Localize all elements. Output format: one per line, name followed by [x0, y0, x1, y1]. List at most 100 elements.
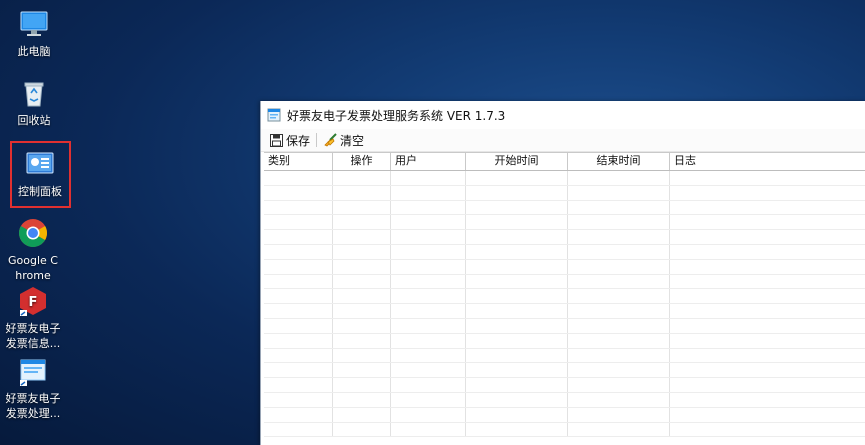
empty-cell [466, 244, 568, 259]
desktop-icon-label: 好票友电子发票信息... [5, 322, 61, 350]
empty-cell [466, 185, 568, 200]
empty-row [264, 363, 865, 379]
control-panel-icon [24, 148, 56, 180]
toolbar: 保存 清空 [261, 129, 865, 152]
empty-row [264, 259, 865, 275]
empty-cell [670, 304, 865, 318]
empty-cell [333, 318, 391, 333]
empty-cell [568, 244, 670, 259]
desktop-icon-google-chrome[interactable]: Google Chrome [5, 217, 61, 283]
column-header-log[interactable]: 日志 [670, 153, 865, 170]
empty-cell [391, 348, 466, 363]
empty-row [264, 185, 865, 201]
empty-cell [264, 215, 333, 230]
empty-cell [568, 407, 670, 422]
column-header-operation[interactable]: 操作 [333, 153, 391, 170]
desktop-icon-invoice-process[interactable]: 好票友电子发票处理... [5, 355, 61, 421]
empty-cell [391, 230, 466, 244]
empty-cell [391, 407, 466, 422]
column-header-start-time[interactable]: 开始时间 [466, 153, 568, 170]
empty-cell [466, 200, 568, 215]
empty-cell [670, 201, 865, 215]
empty-cell [670, 215, 865, 229]
empty-cell [466, 333, 568, 348]
empty-cell [333, 185, 391, 200]
empty-cell [466, 363, 568, 378]
empty-cell [333, 244, 391, 259]
empty-cell [466, 348, 568, 363]
empty-cell [264, 363, 333, 378]
desktop-icon-this-pc[interactable]: 此电脑 [6, 8, 62, 59]
empty-cell [670, 230, 865, 244]
desktop-icon-label: 好票友电子发票处理... [5, 392, 61, 420]
empty-cell [264, 200, 333, 215]
empty-cell [466, 422, 568, 437]
empty-row [264, 215, 865, 231]
table-header: 类别 操作 用户 开始时间 结束时间 日志 [264, 152, 865, 171]
empty-cell [670, 363, 865, 377]
empty-cell [670, 275, 865, 289]
app-icon [267, 108, 281, 122]
empty-cell [568, 422, 670, 437]
invoice-app-icon: F [17, 285, 49, 317]
desktop-icon-invoice-info[interactable]: F 好票友电子发票信息... [5, 285, 61, 351]
empty-cell [264, 244, 333, 259]
clear-label: 清空 [340, 133, 365, 148]
empty-cell [264, 422, 333, 437]
empty-cell [391, 274, 466, 289]
empty-cell [670, 171, 865, 185]
empty-cell [568, 185, 670, 200]
desktop-icon-control-panel[interactable]: 控制面板 [12, 148, 68, 199]
empty-cell [466, 392, 568, 407]
empty-cell [568, 318, 670, 333]
empty-cell [333, 304, 391, 318]
empty-cell [466, 318, 568, 333]
empty-cell [264, 378, 333, 392]
empty-cell [466, 215, 568, 230]
empty-cell [466, 304, 568, 318]
empty-cell [391, 392, 466, 407]
empty-cell [333, 171, 391, 185]
desktop-icon-label: 此电脑 [17, 45, 51, 58]
empty-row [264, 392, 865, 408]
empty-cell [264, 171, 333, 185]
desktop-icon-label: Google Chrome [8, 254, 58, 282]
column-header-user[interactable]: 用户 [391, 153, 466, 170]
empty-cell [264, 407, 333, 422]
empty-cell [333, 348, 391, 363]
empty-cell [670, 393, 865, 407]
empty-cell [264, 185, 333, 200]
empty-cell [568, 333, 670, 348]
svg-text:F: F [29, 295, 38, 310]
column-header-category[interactable]: 类别 [264, 153, 333, 170]
empty-cell [670, 349, 865, 363]
empty-row [264, 304, 865, 319]
desktop-icon-recycle-bin[interactable]: 回收站 [6, 77, 62, 128]
empty-cell [391, 378, 466, 392]
column-header-end-time[interactable]: 结束时间 [568, 153, 670, 170]
computer-icon [18, 8, 50, 40]
window-titlebar[interactable]: 好票友电子发票处理服务系统 VER 1.7.3 [261, 101, 865, 129]
empty-cell [264, 318, 333, 333]
empty-cell [391, 215, 466, 230]
save-button[interactable]: 保存 [266, 130, 314, 150]
empty-cell [568, 289, 670, 304]
app-window: 好票友电子发票处理服务系统 VER 1.7.3 保存 清空 类别 操作 用户 开… [260, 101, 865, 445]
save-label: 保存 [286, 133, 311, 148]
empty-cell [466, 274, 568, 289]
clear-button[interactable]: 清空 [319, 130, 368, 150]
empty-cell [670, 186, 865, 200]
empty-cell [391, 200, 466, 215]
empty-cell [568, 392, 670, 407]
empty-cell [568, 259, 670, 274]
empty-cell [333, 422, 391, 437]
toolbar-separator [316, 133, 318, 147]
empty-row [264, 200, 865, 216]
empty-row [264, 333, 865, 349]
empty-cell [391, 333, 466, 348]
empty-cell [264, 289, 333, 304]
table-body[interactable] [264, 171, 865, 439]
empty-cell [333, 215, 391, 230]
empty-cell [670, 245, 865, 259]
empty-cell [670, 378, 865, 392]
